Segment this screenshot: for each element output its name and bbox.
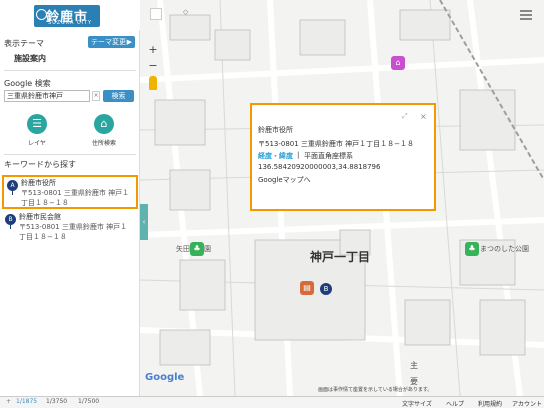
- result-address: 〒513-0801 三重県鈴鹿市 神戸１丁目１８−１８: [21, 189, 130, 207]
- school-icon[interactable]: ⌂: [391, 56, 405, 70]
- scale-7500[interactable]: 1/7500: [78, 398, 99, 405]
- library-icon[interactable]: ▤: [300, 281, 314, 295]
- clear-search-button[interactable]: ×: [92, 91, 100, 101]
- theme-label: 表示テーマ: [4, 39, 44, 48]
- terms-link[interactable]: 利用規約: [478, 399, 502, 408]
- address-search-button[interactable]: ⌂ 住所検索: [89, 114, 119, 150]
- popup-coord-value: 136.58420920000003,34.8818796: [258, 163, 381, 171]
- font-size-link[interactable]: 文字サイズ: [402, 399, 432, 408]
- popup-address: 〒513-0801 三重県鈴鹿市 神戸１丁目１８−１８: [258, 140, 415, 148]
- result-item[interactable]: B 鈴鹿市民会館 〒513-0801 三重県鈴鹿市 神戸１丁目１８−１８: [2, 211, 138, 245]
- zoom-out-button[interactable]: −: [146, 60, 160, 72]
- result-item[interactable]: A 鈴鹿市役所 〒513-0801 三重県鈴鹿市 神戸１丁目１８−１８: [2, 175, 138, 209]
- zoom-in-button[interactable]: +: [146, 44, 160, 56]
- popup-coord-label[interactable]: 経度・緯度: [258, 151, 293, 161]
- result-title: 鈴鹿市役所: [21, 179, 56, 187]
- street-view-pegman-icon[interactable]: [149, 76, 157, 90]
- road-label-shu: 主: [410, 361, 418, 370]
- popup-coord-system[interactable]: 平面直角座標系: [304, 151, 353, 161]
- expand-icon[interactable]: ⤢: [402, 112, 408, 121]
- sidebar-collapse-button[interactable]: ‹: [140, 204, 148, 240]
- divider: [4, 70, 136, 71]
- park-icon[interactable]: ♣: [190, 242, 204, 256]
- scale-plus-icon[interactable]: +: [6, 398, 11, 405]
- popup-googlemaps-link[interactable]: Googleマップへ: [258, 175, 311, 185]
- popup-coord-separator: |: [297, 151, 300, 159]
- scale-1875[interactable]: 1/1875: [16, 398, 37, 405]
- account-link[interactable]: アカウント: [512, 399, 542, 408]
- keyword-label: キーワードから探す: [4, 160, 76, 169]
- logo-sub-text: SUZUKA CITY: [48, 20, 93, 26]
- bottom-bar: + 1/1875 1/3750 1/7500 文字サイズ ヘルプ 利用規約 アカ…: [0, 396, 544, 408]
- scale-3750[interactable]: 1/3750: [46, 398, 67, 405]
- list-icon: ☰: [27, 114, 47, 134]
- address-search-label: 住所検索: [91, 140, 116, 147]
- result-title: 鈴鹿市民会館: [19, 213, 61, 221]
- google-search-input[interactable]: [4, 90, 90, 102]
- popup-title: 鈴鹿市役所: [258, 126, 293, 134]
- info-popup: ⤢ × 鈴鹿市役所 〒513-0801 三重県鈴鹿市 神戸１丁目１８−１８ 経度…: [250, 103, 436, 211]
- layer-button[interactable]: ☰ レイヤ: [22, 114, 52, 150]
- area-label: 神戸一丁目: [310, 250, 371, 264]
- fullscreen-icon[interactable]: [150, 8, 162, 20]
- triangle-right-icon: ▶: [126, 38, 132, 46]
- sidebar: 鈴鹿市 SUZUKA CITY 表示テーマ テーマ変更 ▶ 施設案内 Googl…: [0, 0, 140, 396]
- search-button[interactable]: 検索: [103, 90, 134, 102]
- compass-icon[interactable]: ◇: [183, 8, 188, 16]
- pin-icon: B: [5, 214, 16, 229]
- park-icon-right[interactable]: ♣: [465, 242, 479, 256]
- help-link[interactable]: ヘルプ: [446, 399, 464, 408]
- result-address: 〒513-0801 三重県鈴鹿市 神戸１丁目１８−１８: [19, 223, 128, 241]
- layer-label: レイヤ: [28, 140, 46, 147]
- divider: [4, 154, 136, 155]
- map-marker-b[interactable]: B: [320, 283, 332, 297]
- park-label-right: まつのした公園: [480, 245, 529, 253]
- google-logo: Google: [145, 372, 185, 383]
- pin-icon: A: [7, 180, 18, 195]
- theme-value: 施設案内: [14, 54, 46, 63]
- logo-bar: 鈴鹿市 SUZUKA CITY: [0, 0, 140, 30]
- house-icon: ⌂: [94, 114, 114, 134]
- popup-close-button[interactable]: ×: [420, 112, 427, 121]
- city-logo[interactable]: 鈴鹿市 SUZUKA CITY: [34, 5, 100, 27]
- theme-change-label: テーマ変更: [91, 38, 126, 46]
- google-search-label: Google 検索: [4, 79, 51, 88]
- app-root: Google + − ◇ 神戸一丁目 矢田部公園 まつのした公園 主 要 ⌂ ▤…: [0, 0, 544, 408]
- map-note: 画面は事作情て座置を示している場合があります。: [318, 387, 433, 393]
- menu-icon[interactable]: [520, 10, 532, 20]
- theme-change-button[interactable]: テーマ変更 ▶: [88, 36, 135, 48]
